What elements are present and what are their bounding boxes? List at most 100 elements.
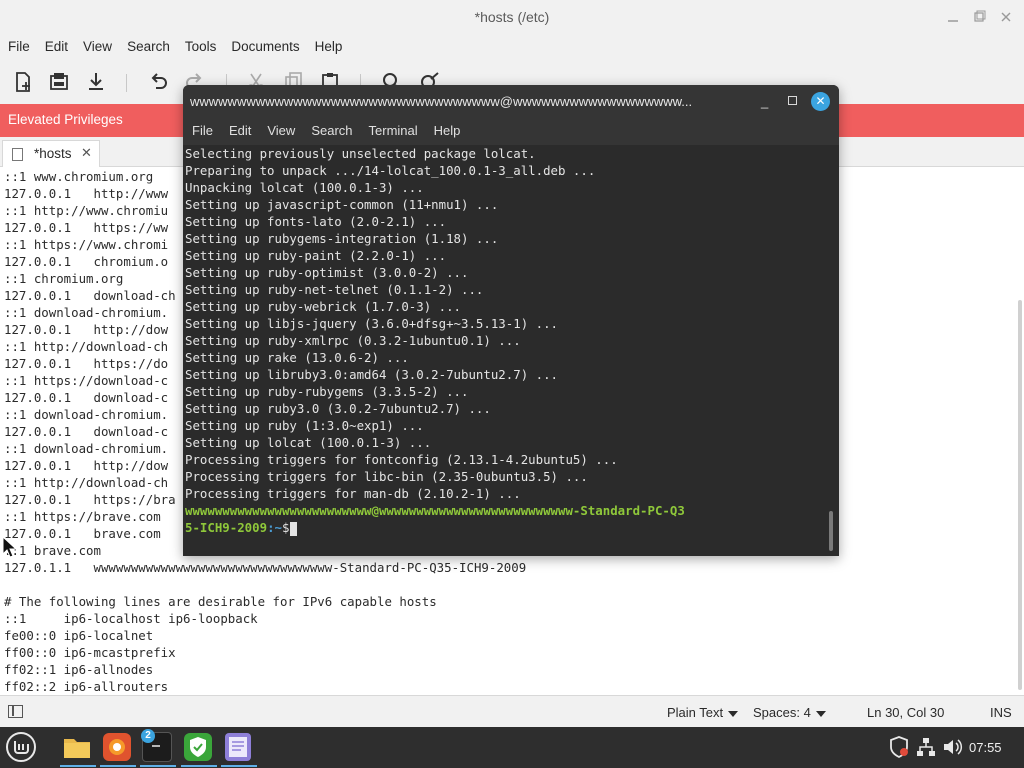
code-line: ::1 ip6-localhost ip6-loopback xyxy=(4,611,258,626)
prompt-path: :~ xyxy=(267,520,282,535)
minimize-icon[interactable] xyxy=(944,8,962,26)
terminal-output-line: Selecting previously unselected package … xyxy=(185,146,536,161)
menu-help[interactable]: Help xyxy=(315,34,343,60)
terminal-cursor xyxy=(290,521,298,536)
terminal-output-line: Unpacking lolcat (100.0.1-3) ... xyxy=(185,180,424,195)
menu-view[interactable]: View xyxy=(83,34,112,60)
prompt-line: wwwwwwwwwwwwwwwwwwwwwwwww@wwwwwwwwwwwwww… xyxy=(185,502,685,519)
code-line: ::1 download-chromium. xyxy=(4,305,169,320)
prompt-user-host: wwwwwwwwwwwwwwwwwwwwwwwww@wwwwwwwwwwwwww… xyxy=(185,503,685,518)
terminal-output-line: Processing triggers for libc-bin (2.35-0… xyxy=(185,469,588,484)
code-line: 127.0.0.1 brave.com xyxy=(4,526,161,541)
running-indicator xyxy=(100,765,136,767)
volume-icon[interactable] xyxy=(941,735,963,759)
terminal-output-line: Setting up ruby-webrick (1.7.0-3) ... xyxy=(185,299,462,314)
tab-close-icon[interactable]: ✕ xyxy=(81,145,92,161)
side-panel-toggle-icon[interactable] xyxy=(8,705,23,718)
code-line: ff02::2 ip6-allrouters xyxy=(4,679,169,694)
code-line: 127.0.1.1 wwwwwwwwwwwwwwwwwwwwwwwwwwwwww… xyxy=(4,560,527,575)
code-line: # The following lines are desirable for … xyxy=(4,594,437,609)
mint-menu-icon[interactable] xyxy=(5,731,37,763)
code-line: ::1 chromium.org xyxy=(4,271,124,286)
code-line: ::1 http://download-ch xyxy=(4,339,169,354)
terminal-output-line: Processing triggers for fontconfig (2.13… xyxy=(185,452,618,467)
toolbar-separator xyxy=(126,74,127,92)
code-line: ::1 download-chromium. xyxy=(4,407,169,422)
update-manager-icon[interactable] xyxy=(183,732,213,762)
terminal-output-line: Setting up rubygems-integration (1.18) .… xyxy=(185,231,499,246)
menu-tools[interactable]: Tools xyxy=(185,34,217,60)
files-icon[interactable] xyxy=(62,732,92,762)
terminal-menu-search[interactable]: Search xyxy=(311,117,352,145)
minimize-icon[interactable]: _ xyxy=(761,94,768,109)
terminal-scrollbar[interactable] xyxy=(829,511,833,551)
save-icon[interactable] xyxy=(84,70,108,94)
code-line: ::1 https://brave.com xyxy=(4,509,161,524)
terminal-output-line: Setting up libruby3.0:amd64 (3.0.2-7ubun… xyxy=(185,367,558,382)
shield-icon[interactable] xyxy=(888,735,910,759)
terminal-output-line: Processing triggers for man-db (2.10.2-1… xyxy=(185,486,521,501)
code-line: ::1 https://www.chromi xyxy=(4,237,169,252)
code-line: ::1 http://www.chromiu xyxy=(4,203,169,218)
tab-hosts[interactable]: *hosts ✕ xyxy=(2,140,100,167)
close-icon[interactable]: ✕ xyxy=(811,92,830,111)
terminal-menu-file[interactable]: File xyxy=(192,117,213,145)
code-line: ::1 https://download-c xyxy=(4,373,169,388)
firefox-icon[interactable] xyxy=(102,732,132,762)
terminal-output-line: Preparing to unpack .../14-lolcat_100.0.… xyxy=(185,163,596,178)
code-line: fe00::0 ip6-localnet xyxy=(4,628,154,643)
terminal-menu-terminal[interactable]: Terminal xyxy=(369,117,418,145)
terminal-output-line: Setting up ruby-xmlrpc (0.3.2-1ubuntu0.1… xyxy=(185,333,521,348)
code-line: 127.0.0.1 download-ch xyxy=(4,288,176,303)
menu-search[interactable]: Search xyxy=(127,34,170,60)
terminal-output-line: Setting up ruby (1:3.0~exp1) ... xyxy=(185,418,424,433)
menu-edit[interactable]: Edit xyxy=(45,34,68,60)
text-editor-icon[interactable] xyxy=(223,732,253,762)
terminal-menu-help[interactable]: Help xyxy=(434,117,461,145)
maximize-icon[interactable] xyxy=(970,8,988,26)
network-icon[interactable] xyxy=(915,735,937,759)
code-line: 127.0.0.1 https://ww xyxy=(4,220,169,235)
editor-scrollbar[interactable] xyxy=(1018,300,1022,690)
terminal-output-line: Setting up ruby-net-telnet (0.1.1-2) ... xyxy=(185,282,484,297)
terminal-output[interactable]: Selecting previously unselected package … xyxy=(183,145,839,556)
terminal-output-line: Setting up ruby-rubygems (3.3.5-2) ... xyxy=(185,384,469,399)
maximize-icon[interactable] xyxy=(788,96,797,105)
terminal-menubar: File Edit View Search Terminal Help xyxy=(183,117,839,145)
code-line: ::1 www.chromium.org xyxy=(4,169,154,184)
terminal-titlebar[interactable]: wwwwwwwwwwwwwwwwwwwwwwwwwwwwwwwww@wwwwww… xyxy=(183,85,839,117)
code-line: 127.0.0.1 http://www xyxy=(4,186,169,201)
terminal-output-line: Setting up libjs-jquery (3.6.0+dfsg+~3.5… xyxy=(185,316,558,331)
clock[interactable]: 07:55 xyxy=(969,740,1002,755)
editor-statusbar: Plain Text Spaces: 4 Ln 30, Col 30 INS xyxy=(0,695,1024,727)
running-indicator xyxy=(60,765,96,767)
terminal-output-line: Setting up lolcat (100.0.1-3) ... xyxy=(185,435,432,450)
undo-icon[interactable] xyxy=(146,70,170,94)
language-selector[interactable]: Plain Text xyxy=(667,705,739,720)
close-icon[interactable] xyxy=(997,8,1015,26)
menu-documents[interactable]: Documents xyxy=(231,34,299,60)
code-line: 127.0.0.1 download-c xyxy=(4,390,169,405)
terminal-output-line: Setting up javascript-common (11+nmu1) .… xyxy=(185,197,499,212)
document-icon xyxy=(12,148,23,161)
running-indicator xyxy=(181,765,217,767)
terminal-menu-edit[interactable]: Edit xyxy=(229,117,251,145)
terminal-window-count-badge: 2 xyxy=(141,729,155,743)
chevron-down-icon xyxy=(728,710,739,717)
terminal-output-line: Setting up fonts-lato (2.0-2.1) ... xyxy=(185,214,447,229)
cursor-position: Ln 30, Col 30 xyxy=(867,705,945,720)
editor-title: *hosts (/etc) xyxy=(474,9,550,25)
code-line: 127.0.0.1 http://dow xyxy=(4,322,169,337)
new-document-icon[interactable] xyxy=(11,70,35,94)
code-line: 127.0.0.1 http://dow xyxy=(4,458,169,473)
menu-file[interactable]: File xyxy=(8,34,30,60)
prompt-host-suffix: 5-ICH9-2009 xyxy=(185,520,268,535)
open-document-icon[interactable] xyxy=(47,70,71,94)
running-indicator xyxy=(140,765,176,767)
code-line: ::1 download-chromium. xyxy=(4,441,169,456)
tab-width-selector[interactable]: Spaces: 4 xyxy=(753,705,826,720)
prompt-line: 5-ICH9-2009:~$ xyxy=(185,519,298,536)
code-line: ff00::0 ip6-mcastprefix xyxy=(4,645,176,660)
editor-titlebar[interactable]: *hosts (/etc) xyxy=(0,0,1024,34)
terminal-menu-view[interactable]: View xyxy=(267,117,295,145)
